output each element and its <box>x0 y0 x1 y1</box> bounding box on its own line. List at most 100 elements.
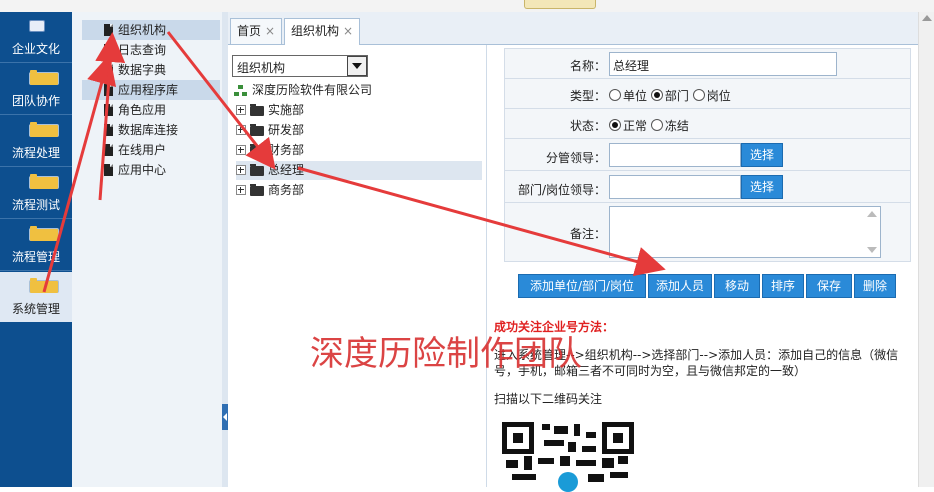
nav-label: 流程管理 <box>11 250 60 264</box>
document-icon <box>104 84 113 96</box>
page-scrollbar[interactable] <box>918 12 934 487</box>
document-icon <box>104 24 113 36</box>
leader-input[interactable] <box>609 175 741 199</box>
name-label: 名称： <box>569 59 606 73</box>
tab-home[interactable]: 首页 × <box>230 18 283 44</box>
expand-icon[interactable] <box>236 105 246 115</box>
submenu-item-dbconn[interactable]: 数据库连接 <box>82 120 220 140</box>
type-radio-group: 单位 部门 岗位 <box>609 87 731 104</box>
id-card-icon <box>29 20 45 32</box>
close-icon[interactable]: × <box>343 24 353 38</box>
status-option-label: 冻结 <box>664 119 689 133</box>
submenu-item-appcenter[interactable]: 应用中心 <box>82 160 220 180</box>
radio-selected-icon <box>609 119 621 131</box>
supervisor-label: 分管领导： <box>545 151 606 165</box>
add-user-button[interactable]: 添加人员 <box>648 274 712 298</box>
status-radio-normal[interactable]: 正常 <box>609 119 647 133</box>
form-row-supervisor: 分管领导： 选择 <box>504 138 911 172</box>
supervisor-select-button[interactable]: 选择 <box>741 143 783 167</box>
tab-bar: 首页 × 组织机构 × <box>228 12 918 45</box>
nav-item-process-manage[interactable]: 流程管理 <box>0 220 72 270</box>
delete-button[interactable]: 删除 <box>854 274 896 298</box>
nav-item-process[interactable]: 流程处理 <box>0 116 72 166</box>
add-org-unit-button[interactable]: 添加单位/部门/岗位 <box>518 274 646 298</box>
radio-icon <box>650 119 663 131</box>
name-input[interactable]: 总经理 <box>609 52 837 76</box>
leader-select-button[interactable]: 选择 <box>741 175 783 199</box>
submenu-item-log[interactable]: 日志查询 <box>82 40 220 60</box>
close-icon[interactable]: × <box>265 24 275 38</box>
expand-icon[interactable] <box>236 145 246 155</box>
status-option-label: 正常 <box>623 119 648 133</box>
expand-icon[interactable] <box>236 185 246 195</box>
submenu-label: 日志查询 <box>118 43 167 57</box>
type-radio-unit[interactable]: 单位 <box>609 89 647 103</box>
name-input-value: 总经理 <box>613 59 650 73</box>
folder-icon <box>29 226 59 241</box>
chevron-down-icon[interactable] <box>347 56 367 76</box>
view-select-value: 组织机构 <box>237 61 286 75</box>
document-icon <box>104 164 113 176</box>
expand-icon[interactable] <box>236 125 246 135</box>
tree-node-label: 财务部 <box>268 143 305 157</box>
submenu-item-online[interactable]: 在线用户 <box>82 140 220 160</box>
tree-node[interactable]: 商务部 <box>236 181 480 200</box>
radio-icon <box>692 89 705 101</box>
scroll-up-icon[interactable] <box>922 15 932 21</box>
nav-divider <box>0 218 72 219</box>
nav-item-culture[interactable]: 企业文化 <box>0 12 72 62</box>
folder-icon <box>29 122 59 137</box>
type-radio-post[interactable]: 岗位 <box>692 89 731 103</box>
qr-finder-pattern <box>502 422 534 454</box>
submenu-label: 组织机构 <box>118 23 167 37</box>
form-row-type: 类型： 单位 部门 岗位 <box>504 78 911 110</box>
top-action-button[interactable] <box>524 0 596 9</box>
folder-icon <box>250 184 264 196</box>
scroll-up-icon[interactable] <box>867 211 877 217</box>
nav-item-process-test[interactable]: 流程测试 <box>0 168 72 218</box>
instructions-scan: 扫描以下二维码关注 <box>494 392 603 406</box>
tree-root[interactable]: 深度历险软件有限公司 <box>230 81 480 100</box>
type-option-label: 单位 <box>623 89 648 103</box>
status-radio-group: 正常 冻结 <box>609 117 689 134</box>
submenu-item-dict[interactable]: 数据字典 <box>82 60 220 80</box>
tab-org[interactable]: 组织机构 × <box>284 18 361 45</box>
save-button[interactable]: 保存 <box>806 274 852 298</box>
tree-node-label: 总经理 <box>268 163 305 177</box>
sort-button[interactable]: 排序 <box>762 274 804 298</box>
status-label: 状态： <box>569 119 606 133</box>
type-option-label: 部门 <box>664 89 689 103</box>
type-label: 类型： <box>569 89 606 103</box>
tree-node[interactable]: 研发部 <box>236 121 480 140</box>
nav-item-team[interactable]: 团队协作 <box>0 64 72 114</box>
radio-selected-icon <box>650 89 663 101</box>
form-row-name: 名称： 总经理 <box>504 48 911 80</box>
tree-node[interactable]: 实施部 <box>236 101 480 120</box>
submenu-item-applib[interactable]: 应用程序库 <box>82 80 220 100</box>
document-icon <box>104 124 113 136</box>
document-icon <box>104 44 113 56</box>
nav-label: 流程测试 <box>11 198 60 212</box>
remark-textarea[interactable] <box>609 206 881 258</box>
submenu-label: 在线用户 <box>118 143 167 157</box>
type-radio-dept[interactable]: 部门 <box>650 89 689 103</box>
view-select[interactable]: 组织机构 <box>232 55 368 77</box>
scroll-down-icon[interactable] <box>867 247 877 253</box>
submenu-item-role[interactable]: 角色应用 <box>82 100 220 120</box>
document-icon <box>104 64 113 76</box>
submenu-item-org[interactable]: 组织机构 <box>82 20 220 40</box>
tab-label: 组织机构 <box>291 24 340 38</box>
tab-label: 首页 <box>237 24 262 38</box>
supervisor-input[interactable] <box>609 143 741 167</box>
qr-finder-pattern <box>602 422 634 454</box>
tree-node-selected[interactable]: 总经理 <box>236 161 482 180</box>
nav-item-system-manage[interactable]: 系统管理 <box>0 272 72 322</box>
nav-label: 系统管理 <box>11 302 60 316</box>
folder-icon <box>250 144 264 156</box>
remark-label: 备注： <box>569 227 606 241</box>
tree-node[interactable]: 财务部 <box>236 141 480 160</box>
expand-icon[interactable] <box>236 165 246 175</box>
submenu-label: 应用中心 <box>118 163 167 177</box>
status-radio-frozen[interactable]: 冻结 <box>650 119 689 133</box>
move-button[interactable]: 移动 <box>714 274 760 298</box>
